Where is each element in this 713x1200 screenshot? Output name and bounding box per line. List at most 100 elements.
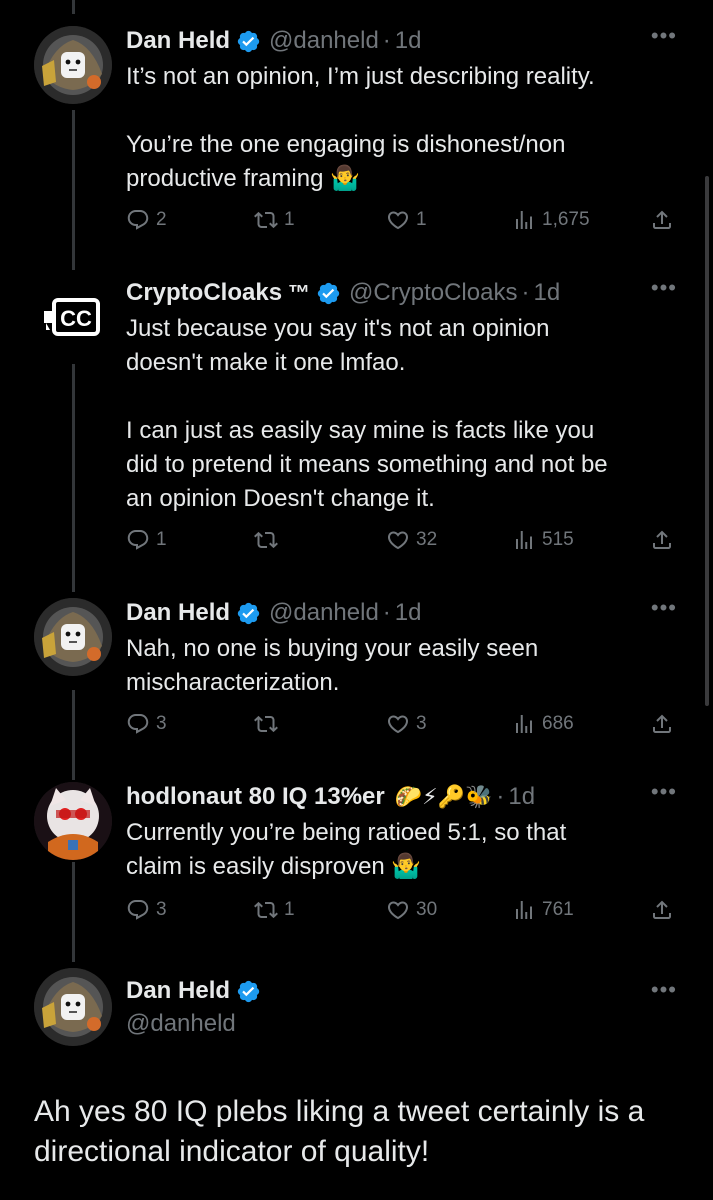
views-button[interactable]: 1,675 (512, 208, 590, 232)
view-count: 1,675 (542, 209, 590, 230)
share-button[interactable] (650, 208, 674, 232)
avatar[interactable] (34, 968, 112, 1046)
svg-text:CC: CC (60, 306, 92, 331)
heart-icon (387, 901, 409, 920)
more-icon[interactable]: ••• (651, 25, 677, 47)
thread-line (72, 364, 75, 592)
scrollbar[interactable] (705, 176, 709, 706)
author-handle[interactable]: @danheld (126, 1010, 236, 1038)
views-icon (516, 211, 532, 229)
reply-count: 3 (156, 899, 167, 920)
like-button[interactable]: 32 (386, 528, 437, 552)
reply-count: 3 (156, 713, 167, 734)
repost-button[interactable]: 1 (254, 898, 295, 922)
share-button[interactable] (650, 712, 674, 736)
views-button[interactable]: 686 (512, 712, 574, 736)
author-name[interactable]: Dan Held (126, 27, 230, 55)
tweet-text: Currently you’re being ratioed 5:1, so t… (126, 819, 567, 880)
author-handle[interactable]: @danheld (269, 27, 379, 55)
repost-icon (254, 715, 278, 733)
author-handle[interactable]: @CryptoCloaks (349, 279, 517, 307)
like-button[interactable]: 30 (386, 898, 437, 922)
views-icon (516, 715, 532, 733)
separator-dot: · (382, 27, 391, 54)
thread-line (72, 110, 75, 270)
name-emojis: 🌮⚡🔑🐝 (394, 784, 493, 809)
repost-button[interactable]: 1 (254, 208, 295, 232)
view-count: 686 (542, 713, 574, 734)
trademark-symbol: ™ (288, 280, 311, 305)
share-icon (653, 900, 671, 919)
avatar[interactable] (34, 26, 112, 104)
like-count: 30 (416, 899, 438, 920)
thread-line (72, 0, 75, 14)
verified-badge-icon (317, 282, 340, 304)
views-icon (516, 901, 532, 919)
repost-count: 1 (284, 899, 295, 920)
reply-count: 2 (156, 209, 167, 230)
more-icon[interactable]: ••• (651, 781, 677, 803)
author-name[interactable]: hodlonaut 80 IQ 13%er (126, 783, 385, 811)
separator-dot: · (496, 783, 505, 810)
verified-badge-icon (237, 980, 260, 1002)
share-icon (653, 210, 671, 229)
tweet-text: It’s not an opinion, I’m just describing… (126, 63, 595, 192)
verified-badge-icon (237, 602, 260, 624)
more-icon[interactable]: ••• (651, 597, 677, 619)
views-button[interactable]: 515 (512, 528, 574, 552)
thread-line (72, 690, 75, 780)
heart-icon (387, 211, 409, 230)
tweet-actions: 3 1 30 761 (126, 898, 686, 928)
tweet-text: Nah, no one is buying your easily seen m… (126, 635, 539, 696)
views-button[interactable]: 761 (512, 898, 574, 922)
timestamp[interactable]: 1d (395, 27, 422, 55)
separator-dot: · (382, 599, 391, 626)
avatar[interactable] (34, 782, 112, 860)
reply-count: 1 (156, 529, 167, 550)
timestamp[interactable]: 1d (533, 279, 560, 307)
separator-dot: · (521, 279, 530, 306)
author-name[interactable]: Dan Held (126, 977, 230, 1005)
view-count: 761 (542, 899, 574, 920)
share-icon (653, 530, 671, 549)
avatar[interactable] (34, 598, 112, 676)
views-icon (516, 531, 532, 549)
share-icon (653, 714, 671, 733)
reply-icon (127, 210, 149, 230)
repost-icon (254, 901, 278, 919)
timestamp[interactable]: 1d (508, 783, 535, 811)
like-button[interactable]: 3 (386, 712, 427, 736)
heart-icon (387, 531, 409, 550)
tweet-actions: 3 3 686 (126, 712, 686, 742)
more-icon[interactable]: ••• (651, 979, 677, 1001)
reply-button[interactable]: 3 (126, 898, 167, 922)
tweet-actions: 2 1 1 1,675 (126, 208, 686, 238)
share-button[interactable] (650, 528, 674, 552)
reply-button[interactable]: 1 (126, 528, 167, 552)
thread-line (72, 862, 75, 962)
avatar[interactable]: CC (34, 278, 112, 356)
like-button[interactable]: 1 (386, 208, 427, 232)
like-count: 1 (416, 209, 427, 230)
share-button[interactable] (650, 898, 674, 922)
tweet-text: Ah yes 80 IQ plebs liking a tweet certai… (34, 1095, 645, 1168)
author-name[interactable]: CryptoCloaks (126, 279, 282, 307)
more-icon[interactable]: ••• (651, 277, 677, 299)
tweet-text: Just because you say it's not an opinion… (126, 315, 608, 512)
author-handle[interactable]: @danheld (269, 599, 379, 627)
like-count: 32 (416, 529, 438, 550)
repost-icon (254, 531, 278, 549)
like-count: 3 (416, 713, 427, 734)
reply-button[interactable]: 3 (126, 712, 167, 736)
heart-icon (387, 715, 409, 734)
reply-icon (127, 714, 149, 734)
author-name[interactable]: Dan Held (126, 599, 230, 627)
timestamp[interactable]: 1d (395, 599, 422, 627)
tweet-actions: 1 32 515 (126, 528, 686, 558)
reply-icon (127, 530, 149, 550)
repost-icon (254, 211, 278, 229)
repost-button[interactable] (254, 712, 284, 736)
reply-icon (127, 900, 149, 920)
reply-button[interactable]: 2 (126, 208, 167, 232)
repost-button[interactable] (254, 528, 284, 552)
